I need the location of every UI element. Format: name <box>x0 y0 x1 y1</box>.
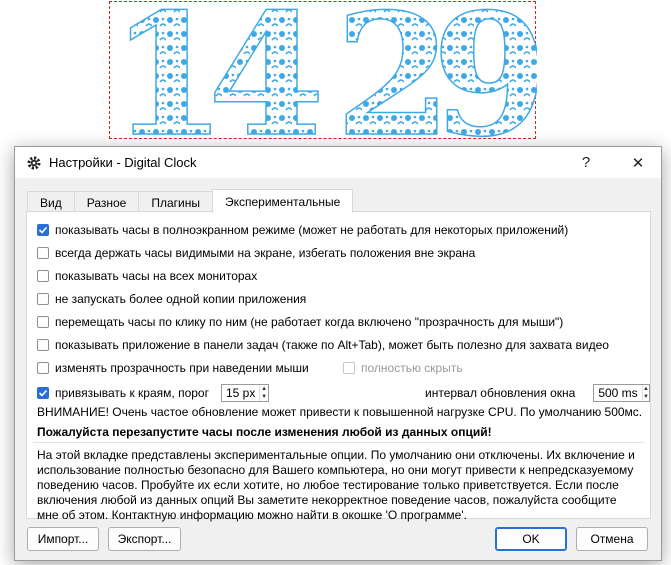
checkbox[interactable] <box>37 316 49 328</box>
spin-down-icon[interactable]: ▼ <box>260 393 268 401</box>
checkbox-disabled <box>343 362 355 374</box>
gear-icon <box>25 154 43 172</box>
settings-dialog: Настройки - Digital Clock ? ✕ Вид Разное… <box>14 146 662 561</box>
snap-threshold-spinbox[interactable]: 15 px ▲ ▼ <box>220 384 269 402</box>
tab-bar: Вид Разное Плагины Экспериментальные <box>27 189 354 213</box>
clock-digit-3: 2 <box>335 2 452 140</box>
title-bar[interactable]: Настройки - Digital Clock ? ✕ <box>15 147 661 178</box>
option-label: не запускать более одной копии приложени… <box>55 292 307 306</box>
checkbox-checked[interactable] <box>37 387 49 399</box>
spinbox-arrows[interactable]: ▲ ▼ <box>641 385 650 401</box>
option-move-on-click[interactable]: перемещать часы по клику по ним (не рабо… <box>37 315 563 329</box>
update-interval-label: интервал обновления окна <box>425 386 576 400</box>
close-icon: ✕ <box>631 154 645 172</box>
option-label: перемещать часы по клику по ним (не рабо… <box>55 315 564 329</box>
option-label: показывать часы в полноэкранном режиме (… <box>55 223 569 237</box>
clock-preview: 1 4 2 9 <box>109 1 537 140</box>
option-taskbar[interactable]: показывать приложение в панели задач (та… <box>37 338 609 352</box>
restart-note: Пожалуйста перезапустите часы после изме… <box>37 425 492 439</box>
export-button[interactable]: Экспорт... <box>108 527 181 551</box>
checkbox[interactable] <box>37 293 49 305</box>
divider <box>33 442 644 443</box>
spinbox-arrows[interactable]: ▲ ▼ <box>259 385 268 401</box>
update-interval-spinbox[interactable]: 500 ms ▲ ▼ <box>593 384 651 402</box>
help-button[interactable]: ? <box>563 147 609 178</box>
spin-up-icon[interactable]: ▲ <box>260 385 268 393</box>
option-snap-edges[interactable]: привязывать к краям, порог 15 px ▲ ▼ <box>37 384 269 402</box>
option-label: изменять прозрачность при наведении мыши <box>55 361 309 375</box>
checkbox-checked[interactable] <box>37 224 49 236</box>
spin-down-icon[interactable]: ▼ <box>643 393 650 401</box>
clock-digits-graphic: 1 4 2 9 <box>110 2 537 140</box>
check-icon <box>38 389 48 397</box>
option-single-instance[interactable]: не запускать более одной копии приложени… <box>37 292 306 306</box>
tab-misc[interactable]: Разное <box>73 191 140 213</box>
option-all-monitors[interactable]: показывать часы на всех мониторах <box>37 269 257 283</box>
option-hover-opacity[interactable]: изменять прозрачность при наведении мыши <box>37 361 309 375</box>
cancel-button[interactable]: Отмена <box>576 527 648 551</box>
option-label: всегда держать часы видимыми на экране, … <box>55 246 476 260</box>
spin-up-icon[interactable]: ▲ <box>643 385 650 393</box>
close-button[interactable]: ✕ <box>615 147 661 178</box>
spinbox-value: 500 ms <box>598 386 638 400</box>
option-label: показывать приложение в панели задач (та… <box>55 338 609 352</box>
window-title: Настройки - Digital Clock <box>49 155 197 170</box>
ok-button[interactable]: OK <box>495 527 567 551</box>
option-label: привязывать к краям, порог <box>55 386 209 400</box>
cpu-warning: ВНИМАНИЕ! Очень частое обновление может … <box>37 405 643 419</box>
spinbox-value: 15 px <box>225 386 256 400</box>
option-label: показывать часы на всех мониторах <box>55 269 258 283</box>
checkbox[interactable] <box>37 362 49 374</box>
clock-digit-2: 4 <box>208 2 325 140</box>
clock-digit-4: 9 <box>432 2 537 140</box>
tab-view[interactable]: Вид <box>27 191 75 213</box>
tab-experimental[interactable]: Экспериментальные <box>211 189 354 213</box>
option-label: полностью скрыть <box>361 361 463 375</box>
experimental-panel: показывать часы в полноэкранном режиме (… <box>26 211 651 522</box>
update-interval-row: интервал обновления окна 500 ms ▲ ▼ <box>425 384 651 402</box>
tab-plugins[interactable]: Плагины <box>138 191 213 213</box>
checkbox[interactable] <box>37 247 49 259</box>
clock-digit-1: 1 <box>110 2 227 140</box>
option-fullscreen[interactable]: показывать часы в полноэкранном режиме (… <box>37 223 568 237</box>
info-text: На этой вкладке представлены эксперимент… <box>37 448 635 522</box>
checkbox[interactable] <box>37 270 49 282</box>
import-button[interactable]: Импорт... <box>27 527 99 551</box>
checkbox[interactable] <box>37 339 49 351</box>
check-icon <box>38 226 48 234</box>
option-hide-fully: полностью скрыть <box>343 361 463 375</box>
option-keep-visible[interactable]: всегда держать часы видимыми на экране, … <box>37 246 475 260</box>
